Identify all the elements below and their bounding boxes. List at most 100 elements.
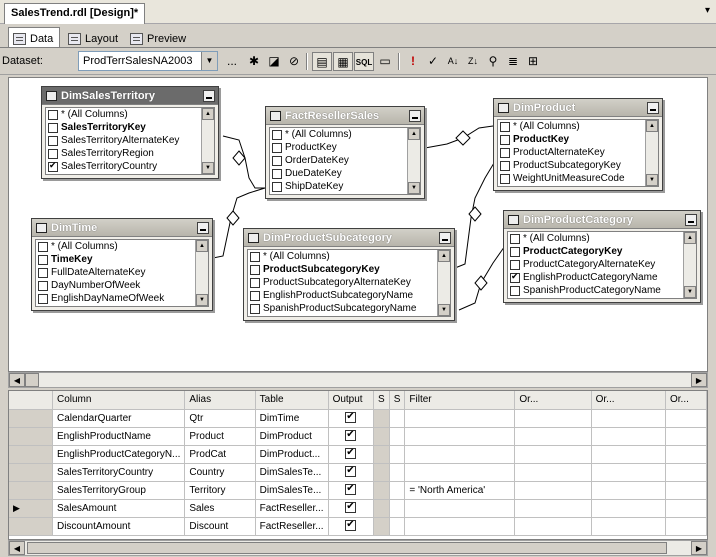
output-cell[interactable] [328,517,375,536]
sort-asc-icon[interactable]: A↓ [443,52,463,71]
column-row[interactable]: ProductSubcategoryKey [248,263,450,276]
column-row[interactable]: SalesTerritoryKey [46,121,214,134]
table-header[interactable]: DimTime [32,219,212,237]
column-checkbox[interactable] [510,246,520,257]
scroll-up-icon[interactable]: ▲ [684,232,696,244]
column-checkbox[interactable] [38,241,48,252]
column-checkbox[interactable] [510,271,520,283]
column-row[interactable]: ProductSubcategoryKey [498,159,658,172]
table-cell[interactable]: DimSalesTe... [255,463,329,482]
tab-data[interactable]: Data [8,27,61,47]
output-checkbox[interactable] [345,519,357,532]
tab-layout[interactable]: Layout [64,27,124,47]
column-cell[interactable]: CalendarQuarter [52,409,186,428]
sort-type-cell[interactable] [373,517,390,536]
or-cell[interactable] [591,445,666,464]
column-checkbox[interactable] [38,293,48,304]
scroll-thumb[interactable] [27,542,667,554]
scroll-up-icon[interactable]: ▲ [196,240,208,252]
column-list[interactable]: * (All Columns) ProductSubcategoryKey Pr… [247,249,451,317]
column-cell[interactable]: SalesTerritoryCountry [52,463,186,482]
column-checkbox[interactable] [272,129,282,140]
column-row[interactable]: SalesTerritoryCountry [46,160,214,173]
scroll-right-icon[interactable]: ▶ [691,541,707,555]
column-checkbox[interactable] [48,148,58,159]
table-factresellersales[interactable]: FactResellerSales * (All Columns) Produc… [265,106,425,199]
column-checkbox[interactable] [500,160,510,171]
column-checkbox[interactable] [272,155,282,166]
sort-type-cell[interactable] [373,499,390,518]
column-row[interactable]: * (All Columns) [36,240,208,253]
grid-row[interactable]: ▶ SalesAmount Sales FactReseller... [9,499,707,518]
filter-cell[interactable]: = 'North America' [404,481,516,500]
output-cell[interactable] [328,427,375,446]
sort-order-cell[interactable] [389,481,406,500]
column-checkbox[interactable] [48,135,58,146]
sort-order-cell[interactable] [389,463,406,482]
or-cell[interactable] [591,517,666,536]
sort-type-cell[interactable] [373,463,390,482]
grid-row[interactable]: CalendarQuarter Qtr DimTime [9,409,707,428]
or-cell[interactable] [665,481,707,500]
output-checkbox[interactable] [345,429,357,442]
column-row[interactable]: * (All Columns) [270,128,420,141]
column-cell[interactable]: SalesTerritoryGroup [52,481,186,500]
or-cell[interactable] [514,481,592,500]
output-cell[interactable] [328,499,375,518]
grid-vertical-scrollbar[interactable] [709,390,716,556]
dataset-more-button[interactable]: ... [222,52,242,71]
table-header-cell[interactable]: Table [255,391,329,410]
scroll-down-icon[interactable]: ▼ [408,182,420,194]
sort-order-cell[interactable] [389,427,406,446]
sort-order-cell[interactable] [389,445,406,464]
row-selector[interactable] [9,481,53,500]
vertical-scrollbar[interactable]: ▲ ▼ [437,250,450,316]
column-row[interactable]: ProductKey [270,141,420,154]
column-checkbox[interactable] [48,160,58,172]
column-checkbox[interactable] [272,168,282,179]
output-checkbox[interactable] [345,411,357,424]
vertical-scrollbar[interactable]: ▲ ▼ [645,120,658,186]
criteria-grid[interactable]: Column Alias Table Output S S Filter Or.… [8,390,708,540]
filter-cell[interactable] [404,463,516,482]
filter-icon[interactable]: ⚲ [483,52,503,71]
minimize-icon[interactable] [409,109,421,122]
or-cell[interactable] [514,499,592,518]
vertical-scrollbar[interactable]: ▲ ▼ [407,128,420,194]
diagram-vertical-scrollbar[interactable] [709,77,716,388]
scroll-down-icon[interactable]: ▼ [196,294,208,306]
column-row[interactable]: SpanishProductSubcategoryName [248,302,450,315]
vertical-scrollbar[interactable]: ▲ ▼ [195,240,208,306]
column-header[interactable]: Column [52,391,186,410]
column-row[interactable]: ProductAlternateKey [498,146,658,159]
column-row[interactable]: * (All Columns) [498,120,658,133]
new-dataset-icon[interactable]: ✱ [244,52,264,71]
filter-cell[interactable] [404,499,516,518]
row-selector[interactable] [9,445,53,464]
column-row[interactable]: EnglishProductSubcategoryName [248,289,450,302]
column-checkbox[interactable] [38,267,48,278]
sort-order-cell[interactable] [389,517,406,536]
output-cell[interactable] [328,463,375,482]
document-tab[interactable]: SalesTrend.rdl [Design]* [4,3,146,24]
or-cell[interactable] [665,427,707,446]
or-cell[interactable] [514,445,592,464]
or-cell[interactable] [665,463,707,482]
scroll-up-icon[interactable]: ▲ [202,108,214,120]
or-cell[interactable] [665,445,707,464]
scroll-right-icon[interactable]: ▶ [691,373,707,387]
grid-pane-icon[interactable]: ▦ [333,52,353,71]
column-checkbox[interactable] [38,280,48,291]
or-cell[interactable] [591,409,666,428]
column-row[interactable]: DayNumberOfWeek [36,279,208,292]
column-list[interactable]: * (All Columns) ProductKey ProductAltern… [497,119,659,187]
alias-cell[interactable]: ProdCat [184,445,256,464]
column-checkbox[interactable] [500,173,510,184]
column-row[interactable]: * (All Columns) [508,232,696,245]
output-checkbox[interactable] [345,447,357,460]
alias-cell[interactable]: Product [184,427,256,446]
vertical-scrollbar[interactable]: ▲ ▼ [683,232,696,298]
row-selector[interactable] [9,427,53,446]
table-cell[interactable]: FactReseller... [255,499,329,518]
scroll-down-icon[interactable]: ▼ [202,162,214,174]
